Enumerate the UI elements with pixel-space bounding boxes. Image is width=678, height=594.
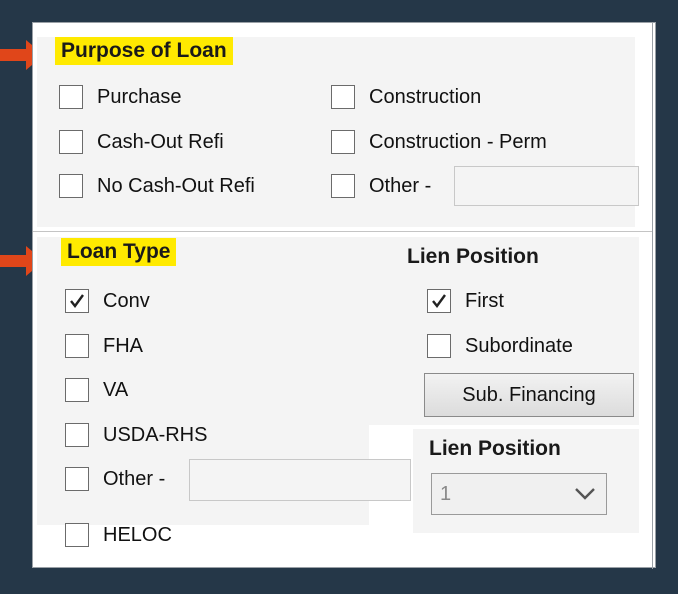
loan-form-panel: Purpose of Loan Purchase Cash-Out Refi N…: [32, 22, 656, 569]
purchase-label: Purchase: [97, 85, 182, 108]
construction-option[interactable]: Construction: [331, 85, 481, 109]
chevron-down-icon: [575, 488, 595, 500]
purpose-other-option[interactable]: Other -: [331, 174, 431, 198]
loan-type-other-label: Other -: [103, 467, 166, 490]
construction-label: Construction: [369, 85, 482, 108]
loan-type-other-checkbox[interactable]: [65, 467, 89, 491]
cash-out-refi-checkbox[interactable]: [59, 130, 83, 154]
heloc-checkbox[interactable]: [65, 523, 89, 547]
first-lien-checkbox[interactable]: [427, 289, 451, 313]
checkmark-icon: [432, 294, 446, 308]
cash-out-refi-option[interactable]: Cash-Out Refi: [59, 130, 224, 154]
lien-position-heading: Lien Position: [407, 245, 539, 268]
lien-position-select-label: Lien Position: [429, 437, 561, 460]
purpose-other-label: Other -: [369, 174, 432, 197]
first-lien-label: First: [465, 289, 504, 312]
va-option[interactable]: VA: [65, 378, 128, 402]
construction-perm-checkbox[interactable]: [331, 130, 355, 154]
sub-financing-button[interactable]: Sub. Financing: [424, 373, 634, 417]
construction-perm-label: Construction - Perm: [369, 130, 547, 153]
construction-perm-option[interactable]: Construction - Perm: [331, 130, 547, 154]
usda-rhs-option[interactable]: USDA-RHS: [65, 423, 207, 447]
cash-out-refi-label: Cash-Out Refi: [97, 130, 224, 153]
conv-label: Conv: [103, 289, 150, 312]
loan-type-other-option[interactable]: Other -: [65, 467, 165, 491]
heloc-option[interactable]: HELOC: [65, 523, 172, 547]
va-label: VA: [103, 378, 129, 401]
no-cash-out-refi-label: No Cash-Out Refi: [97, 174, 255, 197]
va-checkbox[interactable]: [65, 378, 89, 402]
section-divider: [33, 231, 652, 232]
purpose-other-input[interactable]: [454, 166, 639, 206]
lien-position-select-value: 1: [440, 482, 452, 505]
scroll-divider: [652, 23, 653, 569]
first-lien-option[interactable]: First: [427, 289, 504, 313]
no-cash-out-refi-checkbox[interactable]: [59, 174, 83, 198]
subordinate-lien-label: Subordinate: [465, 334, 573, 357]
purpose-other-checkbox[interactable]: [331, 174, 355, 198]
fha-option[interactable]: FHA: [65, 334, 143, 358]
subordinate-lien-checkbox[interactable]: [427, 334, 451, 358]
subordinate-lien-option[interactable]: Subordinate: [427, 334, 573, 358]
heloc-label: HELOC: [103, 523, 172, 546]
purchase-option[interactable]: Purchase: [59, 85, 182, 109]
no-cash-out-refi-option[interactable]: No Cash-Out Refi: [59, 174, 255, 198]
lien-position-select[interactable]: 1: [431, 473, 607, 515]
fha-checkbox[interactable]: [65, 334, 89, 358]
conv-option[interactable]: Conv: [65, 289, 150, 313]
construction-checkbox[interactable]: [331, 85, 355, 109]
loan-type-heading: Loan Type: [61, 238, 177, 266]
conv-checkbox[interactable]: [65, 289, 89, 313]
usda-rhs-label: USDA-RHS: [103, 423, 208, 446]
loan-type-other-input[interactable]: [189, 459, 411, 501]
usda-rhs-checkbox[interactable]: [65, 423, 89, 447]
purpose-of-loan-heading: Purpose of Loan: [55, 37, 233, 65]
purchase-checkbox[interactable]: [59, 85, 83, 109]
fha-label: FHA: [103, 334, 143, 357]
checkmark-icon: [70, 294, 84, 308]
